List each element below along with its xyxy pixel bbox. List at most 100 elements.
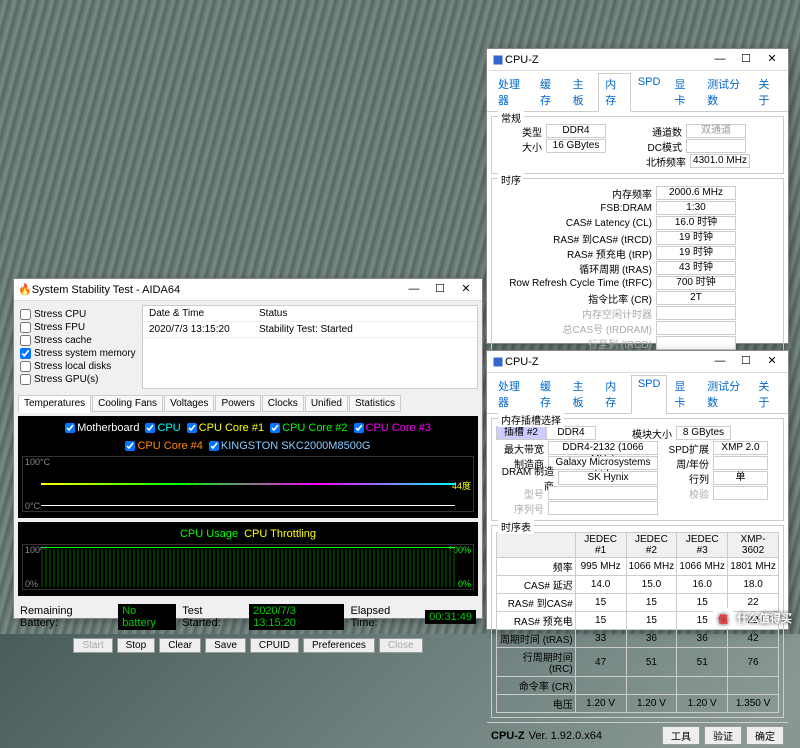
aida64-window: 🔥 System Stability Test - AIDA64 — ☐ ✕ S… (13, 278, 483, 619)
stress-checklist: Stress CPU Stress FPU Stress cache Stress s… (18, 305, 138, 389)
version: Ver. 1.92.0.x64 (529, 730, 602, 742)
stress-check[interactable]: Stress local disks (20, 361, 136, 372)
preferences-button[interactable]: Preferences (303, 638, 375, 653)
watermark: 值 什么值得买 (713, 608, 792, 628)
section-label: 常规 (498, 110, 524, 125)
cpuz-tab[interactable]: 测试分数 (700, 73, 751, 111)
legend-item[interactable]: CPU Core #1 (187, 422, 264, 434)
legend-item[interactable]: CPU Core #4 (125, 440, 202, 452)
tools-button[interactable]: 工具 (662, 726, 700, 745)
cpuz-tab[interactable]: SPD (631, 73, 668, 111)
section-label: 时序 (498, 172, 524, 187)
brand: CPU-Z (491, 730, 525, 742)
maximize-button[interactable]: ☐ (734, 51, 758, 69)
legend-item[interactable]: KINGSTON SKC2000M8500G (209, 440, 371, 452)
clear-button[interactable]: Clear (159, 638, 201, 653)
cpuz-icon (491, 355, 505, 369)
batt-value: No battery (118, 604, 176, 630)
legend-item: CPU Usage (180, 528, 238, 540)
table-row: 频率995 MHz1066 MHz1066 MHz1801 MHz (497, 558, 779, 576)
table-header: JEDEC #2 (626, 533, 677, 558)
cpuz1-titlebar[interactable]: CPU-Z —☐✕ (487, 49, 788, 71)
start-value: 2020/7/3 13:15:20 (249, 604, 344, 630)
cpuz-tab[interactable]: 主板 (566, 375, 599, 413)
aida-tab[interactable]: Cooling Fans (92, 395, 163, 412)
minimize-button[interactable]: — (708, 353, 732, 371)
table-header: JEDEC #1 (575, 533, 626, 558)
usage-graph: CPU Usage CPU Throttling 100% 0% 100% 0% (18, 522, 478, 596)
cpuz1-title: CPU-Z (505, 54, 708, 66)
slot-select[interactable]: 插槽 #2 (496, 426, 546, 440)
minimize-button[interactable]: — (708, 51, 732, 69)
cpuid-button[interactable]: CPUID (250, 638, 299, 653)
cpuz-tab[interactable]: 显卡 (667, 73, 700, 111)
table-row: 行周期时间 (tRC)47515176 (497, 648, 779, 677)
legend-item[interactable]: CPU Core #3 (354, 422, 431, 434)
close-button[interactable]: ✕ (454, 281, 478, 299)
stress-check[interactable]: Stress system memory (20, 348, 136, 359)
ok-button[interactable]: 确定 (746, 726, 784, 745)
channels: 双通道 (686, 124, 746, 138)
temp-chart: 100°C 0°C 44度 (22, 456, 474, 512)
section-label: 时序表 (498, 519, 534, 534)
usage-chart: 100% 0% 100% 0% (22, 544, 474, 590)
close-button[interactable]: Close (379, 638, 423, 653)
legend-item[interactable]: CPU (145, 422, 180, 434)
cpuz-tab[interactable]: 处理器 (491, 375, 533, 413)
maximize-button[interactable]: ☐ (734, 353, 758, 371)
mem-size: 16 GBytes (546, 139, 606, 153)
aida-titlebar[interactable]: 🔥 System Stability Test - AIDA64 — ☐ ✕ (14, 279, 482, 301)
aida-statusbar: Remaining Battery: No battery Test Start… (14, 600, 482, 634)
cpuz-tab[interactable]: 内存 (598, 73, 631, 112)
aida-tab[interactable]: Temperatures (18, 395, 91, 413)
aida-tab[interactable]: Unified (305, 395, 348, 412)
cpuz-tab[interactable]: 关于 (751, 375, 784, 413)
table-row: CAS# 延迟14.015.016.018.0 (497, 576, 779, 594)
cpuz-tab[interactable]: 主板 (566, 73, 599, 111)
legend-item[interactable]: Motherboard (65, 422, 139, 434)
col-date: Date & Time (143, 306, 253, 321)
aida-tab[interactable]: Powers (215, 395, 260, 412)
slot-section: 内存插槽选择 插槽 #2DDR4模块大小8 GBytes 最大带宽DDR4-21… (491, 418, 784, 521)
close-button[interactable]: ✕ (760, 353, 784, 371)
cpuz-tab[interactable]: 关于 (751, 73, 784, 111)
minimize-button[interactable]: — (402, 281, 426, 299)
table-header: JEDEC #3 (677, 533, 728, 558)
temp-graph: Motherboard CPU CPU Core #1 CPU Core #2 CPU … (18, 416, 478, 518)
close-button[interactable]: ✕ (760, 51, 784, 69)
stop-button[interactable]: Stop (117, 638, 156, 653)
elap-value: 00:31:49 (425, 610, 476, 624)
smzdm-logo-icon: 值 (713, 608, 733, 628)
save-button[interactable]: Save (205, 638, 246, 653)
table-row: 电压1.20 V1.20 V1.20 V1.350 V (497, 695, 779, 713)
cpuz-memory-window: CPU-Z —☐✕ 处理器缓存主板内存SPD显卡测试分数关于 常规 类型DDR4… (486, 48, 789, 344)
cpuz-tab[interactable]: SPD (631, 375, 668, 414)
table-header (497, 533, 576, 558)
col-status: Status (253, 306, 293, 321)
legend-item: CPU Throttling (244, 528, 316, 540)
maximize-button[interactable]: ☐ (428, 281, 452, 299)
stress-check[interactable]: Stress GPU(s) (20, 374, 136, 385)
elap-label: Elapsed Time: (350, 605, 419, 629)
table-header: XMP-3602 (728, 533, 779, 558)
start-button[interactable]: Start (73, 638, 112, 653)
validate-button[interactable]: 验证 (704, 726, 742, 745)
cpuz-spd-window: CPU-Z —☐✕ 处理器缓存主板内存SPD显卡测试分数关于 内存插槽选择 插槽… (486, 350, 789, 630)
cpuz2-title: CPU-Z (505, 356, 708, 368)
cpuz-tab[interactable]: 处理器 (491, 73, 533, 111)
stress-check[interactable]: Stress FPU (20, 322, 136, 333)
cpuz2-titlebar[interactable]: CPU-Z —☐✕ (487, 351, 788, 373)
cpuz-tab[interactable]: 显卡 (667, 375, 700, 413)
cpuz-tab[interactable]: 内存 (598, 375, 631, 413)
cpuz-tab[interactable]: 测试分数 (700, 375, 751, 413)
stress-check[interactable]: Stress cache (20, 335, 136, 346)
dram-freq: 2000.6 MHz (656, 186, 736, 200)
log-table: Date & TimeStatus 2020/7/3 13:15:20Stabi… (142, 305, 478, 389)
legend-item[interactable]: CPU Core #2 (270, 422, 347, 434)
cpuz-tab[interactable]: 缓存 (533, 73, 566, 111)
aida-tab[interactable]: Voltages (164, 395, 214, 412)
aida-tab[interactable]: Statistics (349, 395, 401, 412)
aida-tab[interactable]: Clocks (262, 395, 304, 412)
stress-check[interactable]: Stress CPU (20, 309, 136, 320)
cpuz-tab[interactable]: 缓存 (533, 375, 566, 413)
